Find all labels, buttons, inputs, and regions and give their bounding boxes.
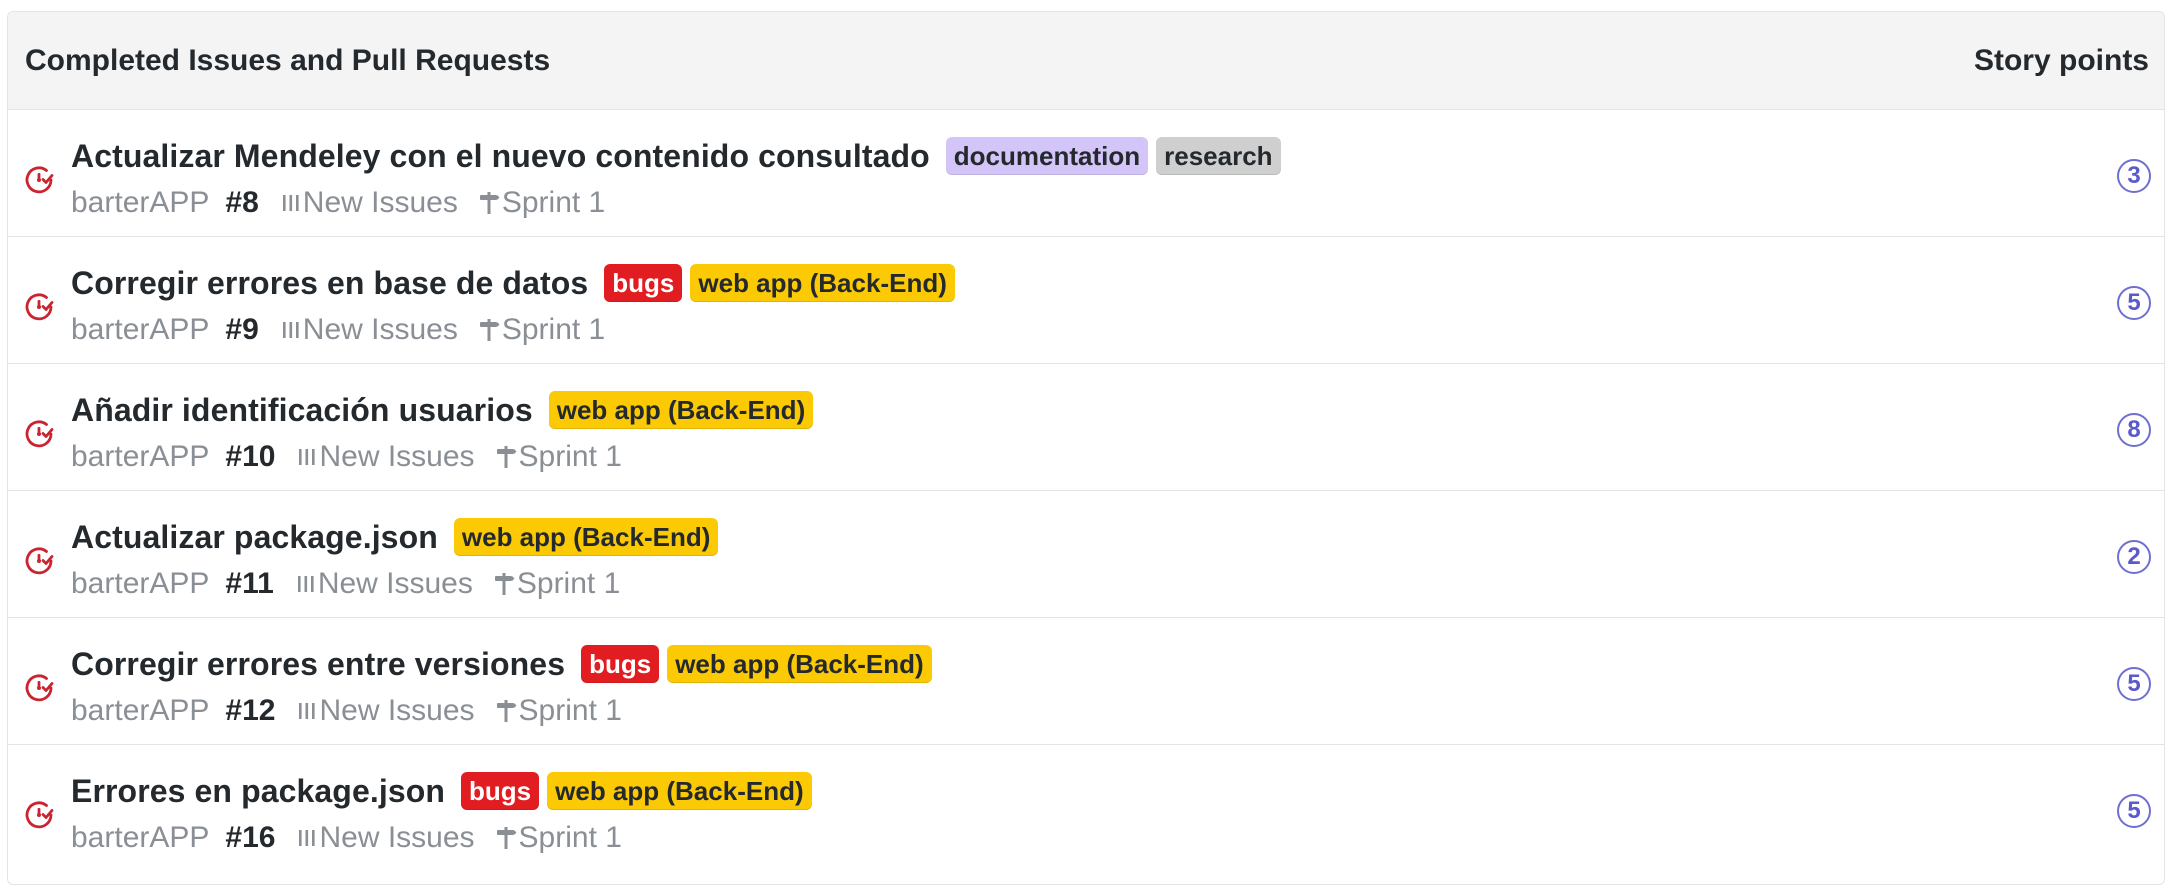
issue-list: Actualizar Mendeley con el nuevo conteni…	[8, 110, 2164, 872]
closed-issue-icon	[24, 800, 54, 830]
project-icon	[297, 827, 317, 849]
milestone-name[interactable]: Sprint 1	[502, 313, 605, 347]
issue-meta: barterAPP #9 New Issues Sprint 1	[71, 313, 605, 347]
project-name[interactable]: New Issues	[319, 821, 474, 855]
label-webapp[interactable]: web app (Back-End)	[453, 518, 719, 556]
milestone-icon	[495, 444, 517, 470]
issue-number[interactable]: #12	[225, 694, 275, 728]
panel-title: Completed Issues and Pull Requests	[25, 43, 551, 77]
issue-row-9[interactable]: Corregir errores en base de datos bugs we…	[8, 237, 2164, 364]
story-points-column-header: Story points	[1973, 43, 2149, 77]
issue-number[interactable]: #8	[225, 186, 258, 220]
issue-title-line: Errores en package.json bugs web app (Bac…	[71, 772, 820, 810]
closed-issue-icon	[24, 673, 54, 703]
milestone-name[interactable]: Sprint 1	[502, 186, 605, 220]
label-research[interactable]: research	[1156, 137, 1281, 175]
story-points-badge: 5	[2117, 794, 2151, 828]
issue-row-12[interactable]: Corregir errores entre versiones bugs web…	[8, 618, 2164, 745]
project-icon	[297, 700, 317, 722]
label-bugs[interactable]: bugs	[581, 645, 660, 683]
issue-row-8[interactable]: Actualizar Mendeley con el nuevo conteni…	[8, 110, 2164, 237]
issue-title-link[interactable]: Actualizar Mendeley con el nuevo conteni…	[71, 138, 930, 175]
project-name[interactable]: New Issues	[303, 313, 458, 347]
project-name[interactable]: New Issues	[318, 567, 473, 601]
label-webapp[interactable]: web app (Back-End)	[690, 264, 955, 302]
issue-number[interactable]: #11	[225, 567, 273, 601]
repo-name[interactable]: barterAPP	[71, 186, 209, 220]
milestone-icon	[478, 190, 500, 216]
project-icon	[281, 192, 301, 214]
issue-labels: web app (Back-End)	[453, 518, 726, 556]
panel-header: Completed Issues and Pull Requests Story…	[8, 12, 2164, 110]
milestone-icon	[495, 825, 517, 851]
milestone-icon	[493, 571, 515, 597]
milestone-icon	[478, 317, 500, 343]
issue-title-line: Actualizar Mendeley con el nuevo conteni…	[71, 137, 1289, 175]
milestone-name[interactable]: Sprint 1	[517, 567, 620, 601]
closed-issue-icon	[24, 419, 54, 449]
story-points-badge: 3	[2117, 159, 2151, 193]
issue-number[interactable]: #16	[225, 821, 275, 855]
milestone-name[interactable]: Sprint 1	[519, 821, 622, 855]
story-points-badge: 8	[2117, 413, 2151, 447]
issue-labels: documentation research	[945, 137, 1289, 175]
issue-title-line: Corregir errores entre versiones bugs web…	[71, 645, 940, 683]
issue-title-link[interactable]: Corregir errores en base de datos	[71, 265, 588, 302]
issue-title-line: Corregir errores en base de datos bugs we…	[71, 264, 963, 302]
repo-name[interactable]: barterAPP	[71, 694, 209, 728]
issue-row-11[interactable]: Actualizar package.json web app (Back-En…	[8, 491, 2164, 618]
project-icon	[296, 573, 316, 595]
issue-row-10[interactable]: Añadir identificación usuarios web app (…	[8, 364, 2164, 491]
milestone-icon	[495, 698, 517, 724]
issue-number[interactable]: #9	[225, 313, 258, 347]
label-webapp[interactable]: web app (Back-End)	[547, 772, 812, 810]
milestone-name[interactable]: Sprint 1	[519, 440, 622, 474]
label-webapp[interactable]: web app (Back-End)	[667, 645, 932, 683]
issue-labels: bugs web app (Back-End)	[604, 264, 963, 302]
issue-meta: barterAPP #11 New Issues Sprint 1	[71, 567, 620, 601]
issue-row-16[interactable]: Errores en package.json bugs web app (Bac…	[8, 745, 2164, 872]
repo-name[interactable]: barterAPP	[71, 440, 209, 474]
completed-issues-panel: Completed Issues and Pull Requests Story…	[7, 11, 2165, 885]
project-name[interactable]: New Issues	[319, 694, 474, 728]
issue-title-link[interactable]: Añadir identificación usuarios	[71, 392, 533, 429]
repo-name[interactable]: barterAPP	[71, 567, 209, 601]
label-bugs[interactable]: bugs	[461, 772, 540, 810]
story-points-badge: 5	[2117, 286, 2151, 320]
issue-meta: barterAPP #16 New Issues Sprint 1	[71, 821, 622, 855]
repo-name[interactable]: barterAPP	[71, 313, 209, 347]
issue-title-link[interactable]: Corregir errores entre versiones	[71, 646, 565, 683]
label-documentation[interactable]: documentation	[945, 137, 1149, 175]
project-name[interactable]: New Issues	[319, 440, 474, 474]
closed-issue-icon	[24, 165, 54, 195]
project-icon	[281, 319, 301, 341]
issue-title-link[interactable]: Errores en package.json	[71, 773, 445, 810]
project-icon	[297, 446, 317, 468]
issue-title-line: Añadir identificación usuarios web app (…	[71, 391, 821, 429]
closed-issue-icon	[24, 546, 54, 576]
story-points-badge: 2	[2117, 540, 2151, 574]
project-name[interactable]: New Issues	[303, 186, 458, 220]
label-bugs[interactable]: bugs	[604, 264, 683, 302]
milestone-name[interactable]: Sprint 1	[519, 694, 622, 728]
issue-meta: barterAPP #8 New Issues Sprint 1	[71, 186, 605, 220]
issue-title-link[interactable]: Actualizar package.json	[71, 519, 438, 556]
issue-meta: barterAPP #10 New Issues Sprint 1	[71, 440, 622, 474]
issue-number[interactable]: #10	[225, 440, 275, 474]
issue-labels: web app (Back-End)	[548, 391, 821, 429]
issue-meta: barterAPP #12 New Issues Sprint 1	[71, 694, 622, 728]
repo-name[interactable]: barterAPP	[71, 821, 209, 855]
story-points-badge: 5	[2117, 667, 2151, 701]
issue-title-line: Actualizar package.json web app (Back-En…	[71, 518, 726, 556]
issue-labels: bugs web app (Back-End)	[461, 772, 820, 810]
issue-labels: bugs web app (Back-End)	[581, 645, 940, 683]
closed-issue-icon	[24, 292, 54, 322]
label-webapp[interactable]: web app (Back-End)	[548, 391, 814, 429]
